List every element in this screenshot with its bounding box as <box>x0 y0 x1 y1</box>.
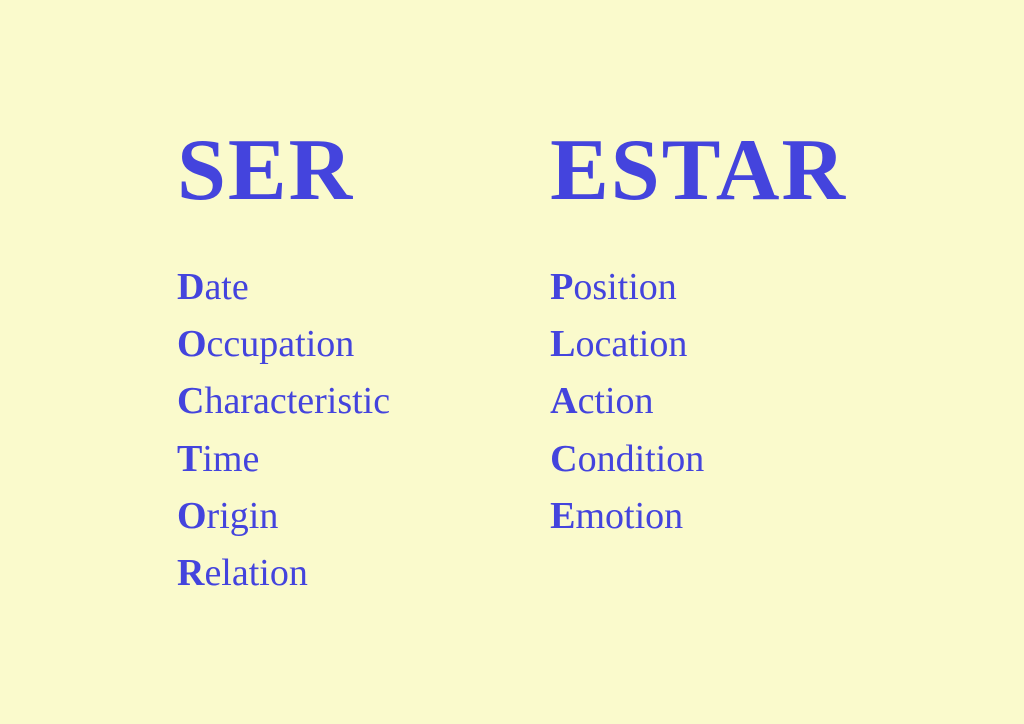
list-item: Relation <box>177 547 390 600</box>
list-item: Date <box>177 261 390 314</box>
list-item-rest: ocation <box>575 323 687 365</box>
list-item-letter: P <box>550 266 573 308</box>
list-item-rest: ction <box>578 380 654 422</box>
list-item-rest: ccupation <box>207 323 355 365</box>
list-item: Position <box>550 261 704 314</box>
list-item: Condition <box>550 433 704 486</box>
main-container: SER DateOccupationCharacteristicTimeOrig… <box>0 0 1024 724</box>
list-item-rest: haracteristic <box>204 380 390 422</box>
list-item-rest: ime <box>202 438 259 480</box>
list-item: Action <box>550 375 704 428</box>
list-item-letter: O <box>177 323 207 365</box>
list-item-rest: osition <box>573 266 676 308</box>
estar-column: ESTAR PositionLocationActionConditionEmo… <box>550 120 847 543</box>
list-item-letter: D <box>177 266 204 308</box>
list-item-letter: R <box>177 552 204 594</box>
list-item-letter: E <box>550 495 575 537</box>
list-item-letter: T <box>177 438 202 480</box>
list-item-letter: A <box>550 380 577 422</box>
list-item-letter: C <box>177 380 204 422</box>
list-item-letter: L <box>550 323 575 365</box>
list-item: Occupation <box>177 318 390 371</box>
list-item: Time <box>177 433 390 486</box>
list-item: Origin <box>177 490 390 543</box>
list-item-rest: ate <box>204 266 248 308</box>
list-item-rest: motion <box>575 495 683 537</box>
list-item-rest: elation <box>204 552 307 594</box>
list-item-rest: rigin <box>207 495 279 537</box>
list-item-letter: C <box>550 438 577 480</box>
ser-title: SER <box>177 120 354 221</box>
list-item: Location <box>550 318 704 371</box>
estar-list: PositionLocationActionConditionEmotion <box>550 261 704 543</box>
ser-column: SER DateOccupationCharacteristicTimeOrig… <box>177 120 390 600</box>
list-item-rest: ondition <box>578 438 705 480</box>
ser-list: DateOccupationCharacteristicTimeOriginRe… <box>177 261 390 600</box>
estar-title: ESTAR <box>550 120 847 221</box>
list-item-letter: O <box>177 495 207 537</box>
list-item: Characteristic <box>177 375 390 428</box>
list-item: Emotion <box>550 490 704 543</box>
